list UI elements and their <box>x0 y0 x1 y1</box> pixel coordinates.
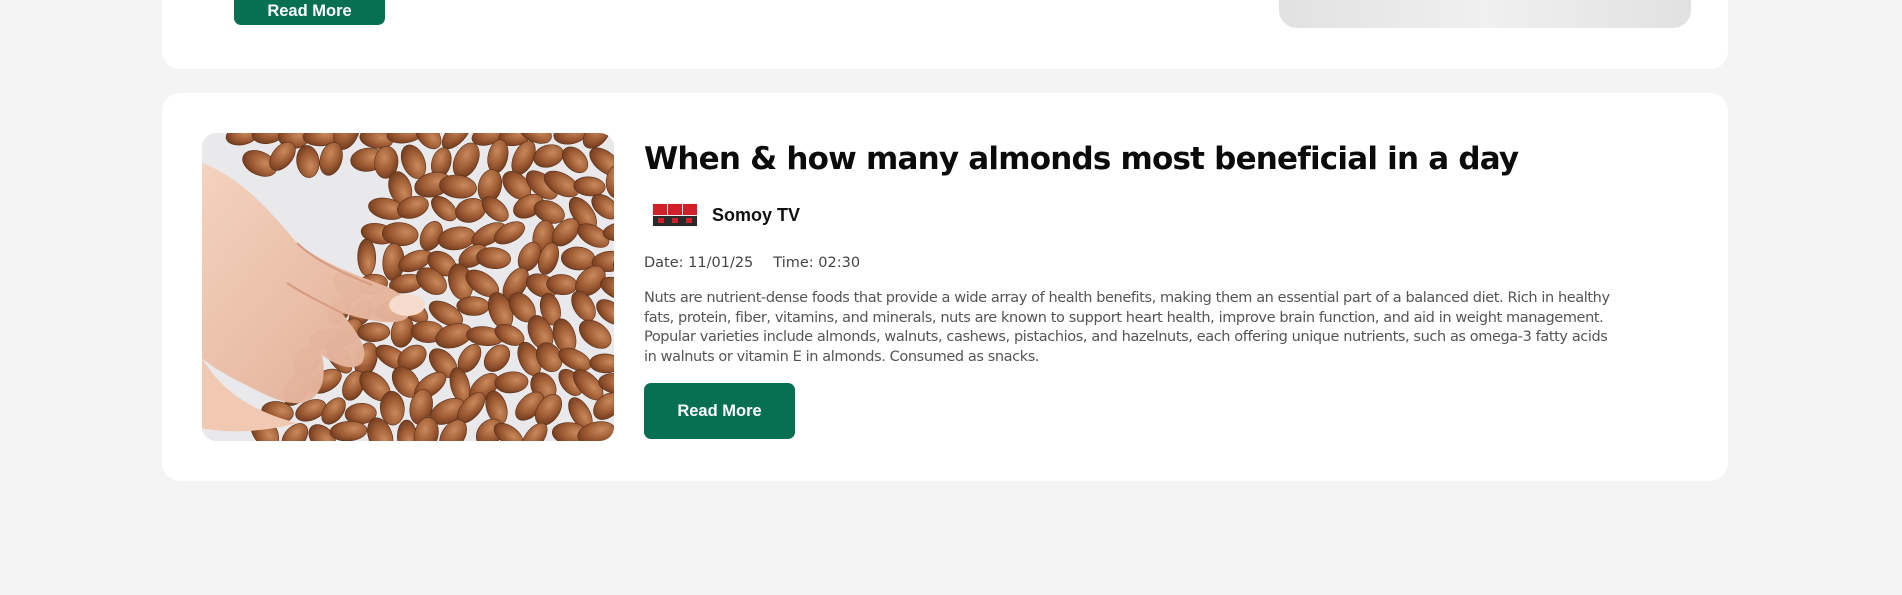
read-more-button[interactable]: Read More <box>644 383 795 439</box>
article-source[interactable]: Somoy TV <box>652 202 800 228</box>
article-meta: Date: 11/01/25 Time: 02:30 <box>644 255 860 271</box>
article-title[interactable]: When & how many almonds most beneficial … <box>644 141 1519 177</box>
read-more-label: Read More <box>677 401 762 420</box>
almonds-image <box>202 133 614 441</box>
article-description: Nuts are nutrient-dense foods that provi… <box>644 290 1610 365</box>
article-thumbnail[interactable] <box>202 133 614 441</box>
previous-article-image <box>1279 0 1691 28</box>
article-time: Time: 02:30 <box>773 255 861 271</box>
previous-read-more-label: Read More <box>267 2 352 20</box>
previous-article-card: Read More <box>162 0 1728 69</box>
somoy-tv-logo-icon <box>652 203 698 227</box>
article-date: Date: 11/01/25 <box>644 255 754 271</box>
article-card: When & how many almonds most beneficial … <box>162 93 1728 481</box>
previous-read-more-button[interactable]: Read More <box>234 0 385 25</box>
source-name: Somoy TV <box>712 204 801 225</box>
